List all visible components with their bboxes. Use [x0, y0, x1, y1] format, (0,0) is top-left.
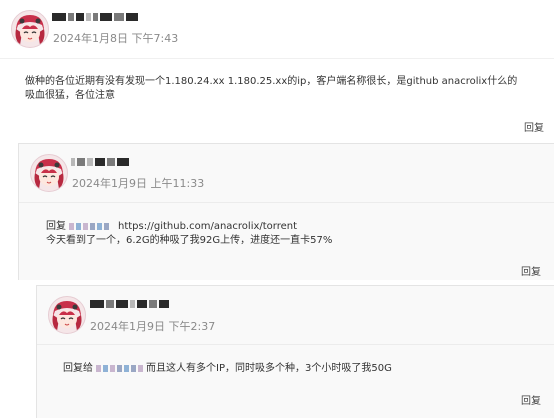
username[interactable]	[71, 156, 129, 167]
username-redacted-block	[87, 157, 93, 166]
comment-text-line: 回复 https://github.com/anacrolix/torrent	[46, 220, 526, 234]
username-redacted-block	[90, 299, 104, 308]
username-redacted-block	[86, 12, 91, 21]
username-redacted-block	[114, 12, 124, 21]
username-redacted-block	[95, 157, 105, 166]
comment-timestamp: 2024年1月9日 下午2:37	[90, 320, 216, 333]
comment-timestamp: 2024年1月8日 下午7:43	[53, 32, 179, 45]
comment-body: 做种的各位近期有没有发现一个1.180.24.xx 1.180.25.xx的ip…	[25, 75, 518, 103]
reply-button[interactable]: 回复	[521, 392, 541, 407]
username-redacted-block	[126, 12, 138, 21]
comment-timestamp: 2024年1月9日 上午11:33	[72, 177, 205, 190]
user-avatar-icon[interactable]	[48, 296, 86, 334]
comment-1: 2024年1月8日 下午7:43 做种的各位近期有没有发现一个1.180.24.…	[0, 0, 554, 138]
username-redacted-block	[76, 12, 84, 21]
comment-text-line: 做种的各位近期有没有发现一个1.180.24.xx 1.180.25.xx的ip…	[25, 76, 518, 87]
username-redacted-block	[77, 157, 85, 166]
username-redacted-block	[68, 12, 74, 21]
comment-2: 2024年1月9日 上午11:33 回复 https://github.com/a…	[18, 143, 554, 280]
mention-redacted[interactable]	[69, 222, 109, 230]
username-redacted-block	[117, 157, 129, 166]
comment-text-line: 回复给 而且这人有多个IP，同时吸多个种，3个小时吸了我50G	[63, 362, 533, 376]
reply-button[interactable]: 回复	[524, 119, 544, 134]
username-redacted-block	[130, 299, 135, 308]
username-redacted-block	[116, 299, 128, 308]
comment-body: 回复 https://github.com/anacrolix/torrent 今…	[46, 220, 526, 248]
username-redacted-block	[71, 157, 75, 166]
username-redacted-block	[107, 157, 115, 166]
username-redacted-block	[52, 12, 66, 21]
github-link[interactable]: https://github.com/anacrolix/torrent	[118, 221, 297, 232]
comment-text-line: 今天看到了一个，6.2G的种吸了我92G上传，进度还一直卡57%	[46, 235, 333, 246]
reply-button[interactable]: 回复	[521, 263, 541, 278]
reply-prefix: 回复	[46, 221, 66, 232]
mention-redacted[interactable]	[96, 364, 143, 372]
username[interactable]	[52, 11, 138, 22]
username-redacted-block	[106, 299, 114, 308]
username[interactable]	[90, 298, 169, 309]
comment-body: 回复给 而且这人有多个IP，同时吸多个种，3个小时吸了我50G	[63, 362, 533, 376]
username-redacted-block	[159, 299, 169, 308]
comment-text: 而且这人有多个IP，同时吸多个种，3个小时吸了我50G	[146, 363, 392, 374]
username-redacted-block	[100, 12, 112, 21]
username-redacted-block	[137, 299, 147, 308]
user-avatar-icon[interactable]	[11, 10, 49, 48]
username-redacted-block	[93, 12, 98, 21]
comment-3: 2024年1月9日 下午2:37 回复给 而且这人有多个IP，同时吸多个种，3个小…	[36, 285, 554, 418]
reply-prefix: 回复给	[63, 363, 93, 374]
comment-text-line: 吸血很猛，各位注意	[25, 90, 115, 101]
user-avatar-icon[interactable]	[30, 154, 68, 192]
username-redacted-block	[149, 299, 157, 308]
